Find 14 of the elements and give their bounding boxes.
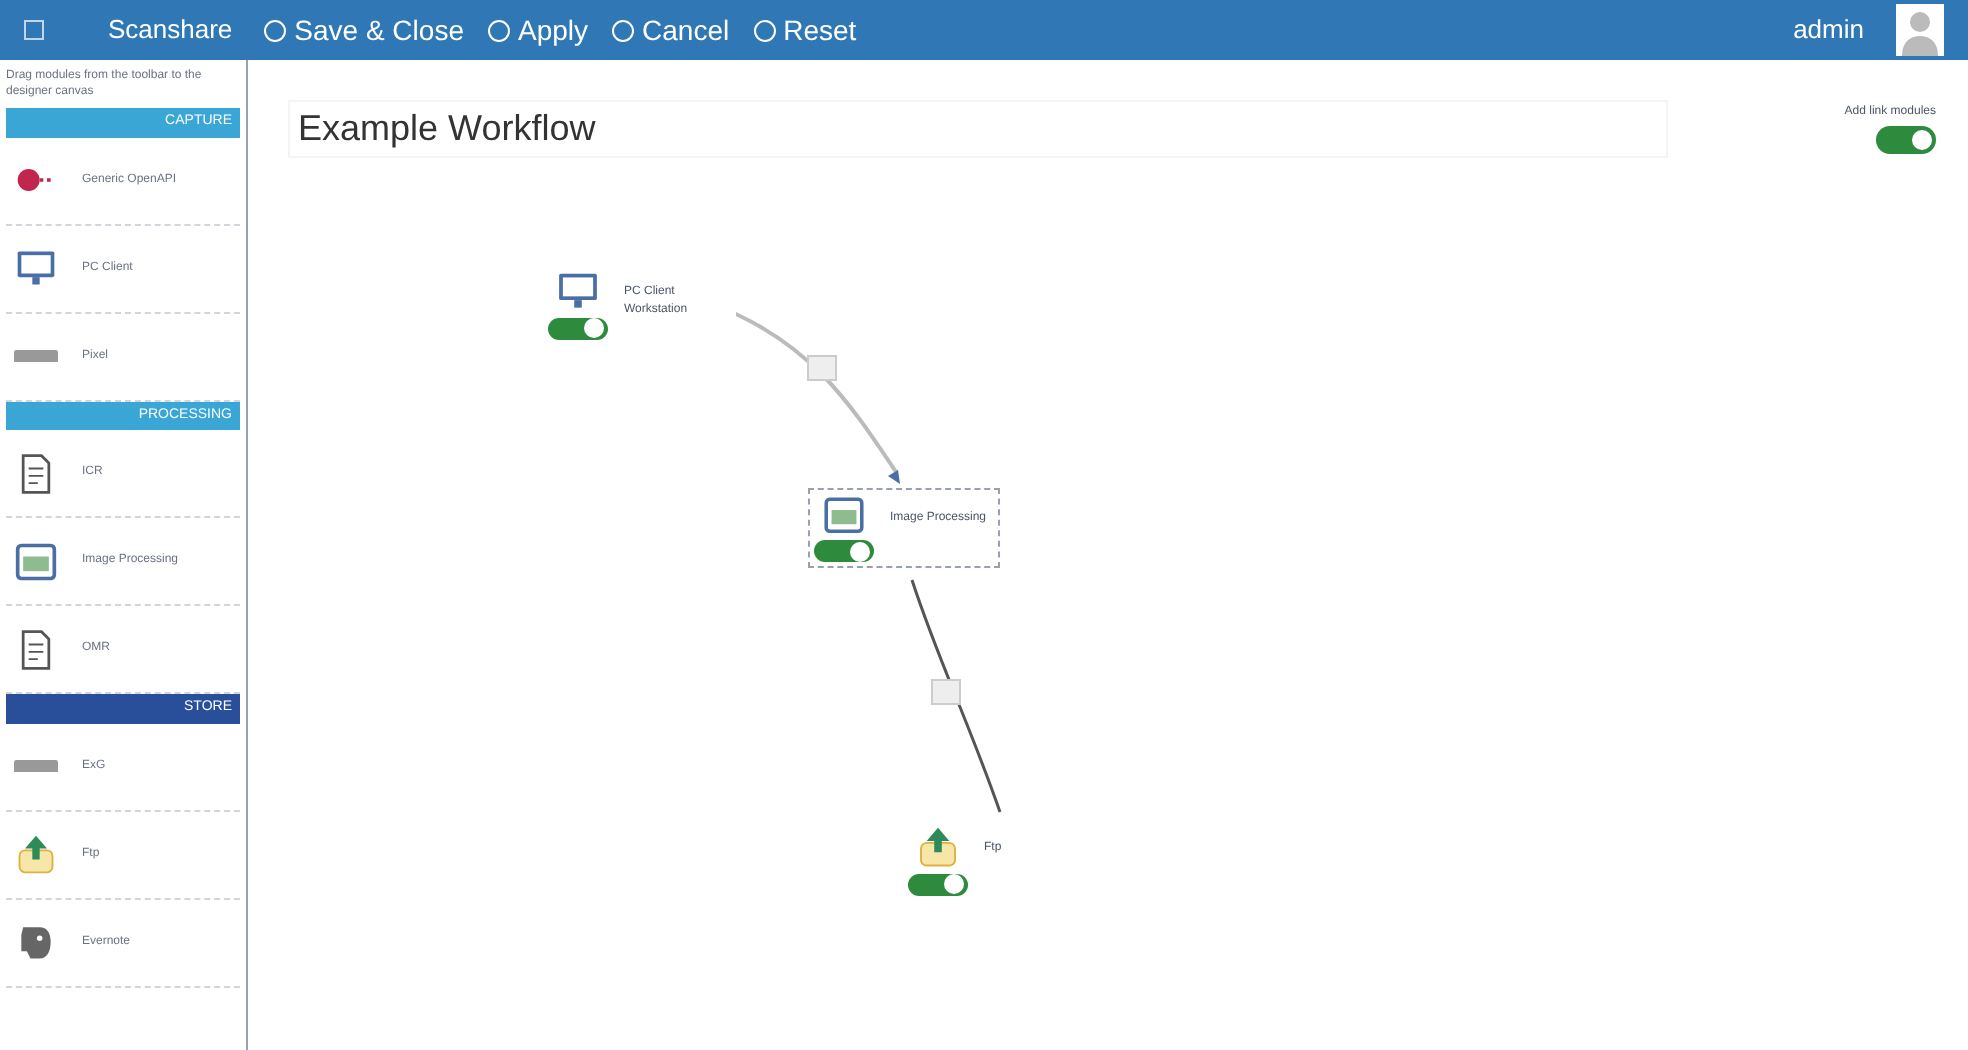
title-field[interactable]: Example Workflow bbox=[288, 100, 1668, 158]
toggle-switch[interactable] bbox=[814, 540, 874, 562]
toggle-switch[interactable] bbox=[908, 873, 968, 896]
monitor-icon bbox=[14, 246, 58, 290]
toggle-switch[interactable] bbox=[548, 317, 608, 340]
toolbar-button[interactable]: Save & Close bbox=[264, 9, 464, 51]
brand-name: Scanshare bbox=[108, 12, 233, 49]
upload-icon bbox=[14, 832, 58, 876]
toolbar-button[interactable]: Reset bbox=[753, 9, 857, 51]
toolbar-button[interactable]: Cancel bbox=[612, 9, 730, 51]
toolbar-button[interactable]: Apply bbox=[487, 9, 589, 51]
image-icon bbox=[14, 539, 58, 583]
user-name[interactable]: admin bbox=[1793, 10, 1864, 50]
toggle-switch[interactable] bbox=[1876, 126, 1936, 154]
